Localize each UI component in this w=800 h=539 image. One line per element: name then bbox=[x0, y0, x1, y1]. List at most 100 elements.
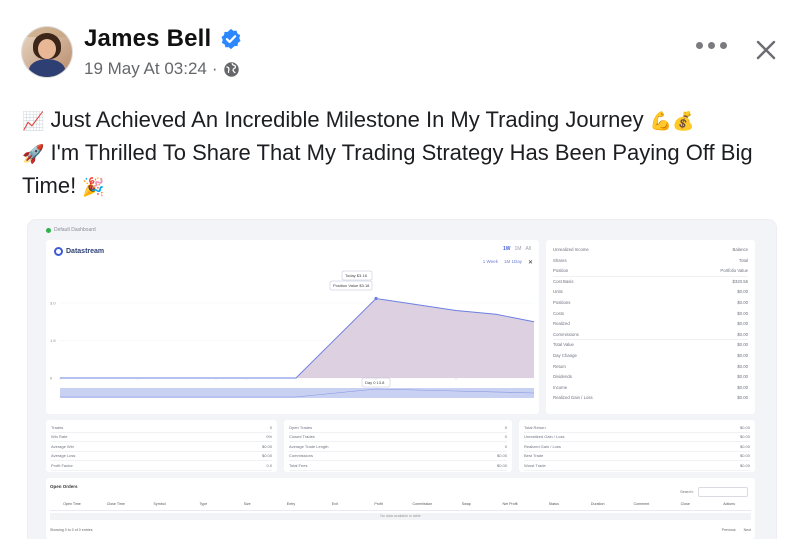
brand-name: Datastream bbox=[66, 248, 105, 255]
column-header[interactable]: Size bbox=[225, 502, 269, 510]
summary-label: Realized Gain / Loss bbox=[553, 395, 593, 401]
summary-value: $0.00 bbox=[737, 342, 748, 348]
y-tick-label: 3.0 bbox=[50, 301, 56, 306]
column-header[interactable]: Type bbox=[181, 502, 225, 510]
range-tab[interactable]: 1W bbox=[503, 246, 511, 252]
column-header[interactable]: Net Profit bbox=[488, 502, 532, 510]
next-page-button[interactable]: Next bbox=[744, 528, 751, 532]
dashboard-tab: Default Dashboard bbox=[46, 227, 96, 233]
range-tabs: 1W 1M All bbox=[503, 246, 531, 252]
stat-label: Average Win bbox=[51, 443, 74, 449]
stat-value: $0.00 bbox=[261, 453, 272, 459]
summary-value: $0.00 bbox=[737, 289, 748, 295]
stat-value: $0.00 bbox=[739, 434, 750, 440]
column-header[interactable]: Swap bbox=[444, 502, 488, 510]
summary-value: $0.00 bbox=[737, 300, 748, 305]
column-header[interactable]: Commission bbox=[401, 502, 445, 510]
summary-label: Return bbox=[553, 363, 566, 369]
rocket-emoji: 🚀 bbox=[22, 144, 45, 164]
column-header[interactable]: Duration bbox=[576, 502, 620, 510]
stat-value: 0 bbox=[269, 425, 272, 430]
equity-chart[interactable]: 0 1.5 3.0 Today $3.18 Position Value $3.18 Da… bbox=[46, 270, 539, 414]
summary-value: $0.00 bbox=[737, 384, 748, 390]
clear-filter-icon[interactable]: ✕ bbox=[528, 259, 533, 266]
summary-row: Total Value $0.00 bbox=[553, 342, 748, 347]
summary-label: Day Change bbox=[553, 353, 577, 358]
stat-row: Commissions $0.00 bbox=[289, 453, 507, 462]
author-avatar[interactable] bbox=[22, 27, 72, 77]
summary-label: Unrealized Income bbox=[553, 247, 589, 252]
stat-row: Trades 0 bbox=[51, 425, 272, 433]
table-info: Showing 0 to 0 of 0 entries bbox=[50, 528, 93, 532]
post-date[interactable]: 19 May At 03:24 bbox=[84, 59, 207, 79]
post-card: James Bell 19 May At 03:24 · 📈 Just Achi… bbox=[0, 0, 800, 539]
summary-divider bbox=[553, 339, 748, 341]
stats-col-3: Total Return $0.00 Unrealized Gain / Loss $… bbox=[519, 420, 755, 472]
stat-label: Worst Trade bbox=[524, 462, 546, 468]
stat-value: $0.00 bbox=[739, 425, 750, 430]
summary-label: Total Value bbox=[553, 342, 574, 348]
stat-value: $0.00 bbox=[496, 453, 507, 459]
stat-label: Profit Factor bbox=[51, 462, 73, 468]
more-options-icon[interactable] bbox=[696, 42, 727, 49]
stat-row: Average Win $0.00 bbox=[51, 444, 272, 452]
range-navigator[interactable] bbox=[60, 388, 534, 398]
range-tab[interactable]: 1M bbox=[514, 246, 521, 252]
close-icon[interactable] bbox=[755, 39, 777, 61]
stat-row: Open Trades 0 bbox=[289, 425, 507, 433]
author-name[interactable]: James Bell bbox=[84, 25, 211, 53]
stat-row: Realized Gain / Loss $0.00 bbox=[524, 444, 750, 452]
column-header[interactable]: Exit bbox=[313, 502, 357, 510]
account-summary-panel: Unrealized Income Balance Shares Total Posit… bbox=[546, 240, 755, 414]
summary-value: Balance bbox=[732, 247, 748, 252]
column-header[interactable]: Close bbox=[663, 502, 707, 510]
verified-badge-icon bbox=[221, 28, 241, 50]
summary-value: $0.00 bbox=[737, 321, 748, 327]
stat-row: Best Trade $0.00 bbox=[524, 453, 750, 462]
table-header: Open Time Close Time Symbol Type Size Entry Ex… bbox=[50, 502, 751, 511]
summary-label: Shares bbox=[553, 257, 567, 263]
range-tab[interactable]: All bbox=[525, 246, 531, 252]
data-point[interactable] bbox=[374, 296, 378, 301]
column-header[interactable]: Close Time bbox=[94, 502, 138, 510]
search-input[interactable] bbox=[698, 487, 748, 497]
previous-page-button[interactable]: Previous bbox=[722, 528, 736, 532]
filter-chip[interactable]: 1 Week bbox=[483, 259, 498, 266]
brand: Datastream bbox=[54, 247, 104, 256]
column-header[interactable]: Symbol bbox=[138, 502, 182, 510]
summary-value: Total bbox=[738, 257, 748, 263]
stat-value: $0.00 bbox=[739, 443, 750, 449]
summary-value: $0.00 bbox=[737, 374, 748, 380]
pagination: Previous Next bbox=[722, 528, 751, 532]
stat-label: Average Trade Length bbox=[289, 443, 329, 449]
column-header[interactable]: Comment bbox=[620, 502, 664, 510]
summary-label: Commissions bbox=[553, 331, 579, 337]
summary-value: $0.00 bbox=[737, 331, 748, 337]
column-header[interactable]: Open Time bbox=[50, 502, 94, 510]
summary-row: Income $0.00 bbox=[553, 385, 748, 390]
stat-label: Total Fees bbox=[289, 462, 308, 468]
stat-label: Average Loss bbox=[51, 453, 76, 459]
summary-label: Costs bbox=[553, 310, 564, 316]
summary-label: Realized bbox=[553, 321, 570, 327]
stat-label: Total Return bbox=[524, 425, 546, 430]
stat-label: Closed Trades bbox=[289, 434, 315, 440]
stat-value: $0.00 bbox=[739, 462, 750, 468]
filter-chip[interactable]: 1M 1Day bbox=[504, 259, 522, 266]
attached-screenshot[interactable]: Default Dashboard Datastream 1W 1M All 1… bbox=[28, 220, 776, 539]
orders-table: Open Orders Search: Open Time Close Time S… bbox=[46, 478, 755, 539]
y-tick-label: 1.5 bbox=[50, 338, 56, 343]
summary-row: Units $0.00 bbox=[553, 289, 748, 294]
chart-panel: Datastream 1W 1M All 1 Week 1M 1Day ✕ 0 1… bbox=[46, 240, 539, 414]
globe-icon[interactable] bbox=[223, 61, 240, 78]
column-header[interactable]: Profit bbox=[357, 502, 401, 510]
column-header[interactable]: Status bbox=[532, 502, 576, 510]
post-line-2: I'm Thrilled To Share That My Trading St… bbox=[22, 140, 753, 198]
summary-value: Portfolio Value bbox=[720, 268, 748, 274]
summary-row: Day Change $0.00 bbox=[553, 353, 748, 358]
column-header[interactable]: Actions bbox=[707, 502, 751, 510]
summary-row: Dividends $0.00 bbox=[553, 374, 748, 379]
column-header[interactable]: Entry bbox=[269, 502, 313, 510]
stat-value: $0.00 bbox=[739, 453, 750, 459]
summary-label: Cost Basis bbox=[553, 278, 574, 284]
